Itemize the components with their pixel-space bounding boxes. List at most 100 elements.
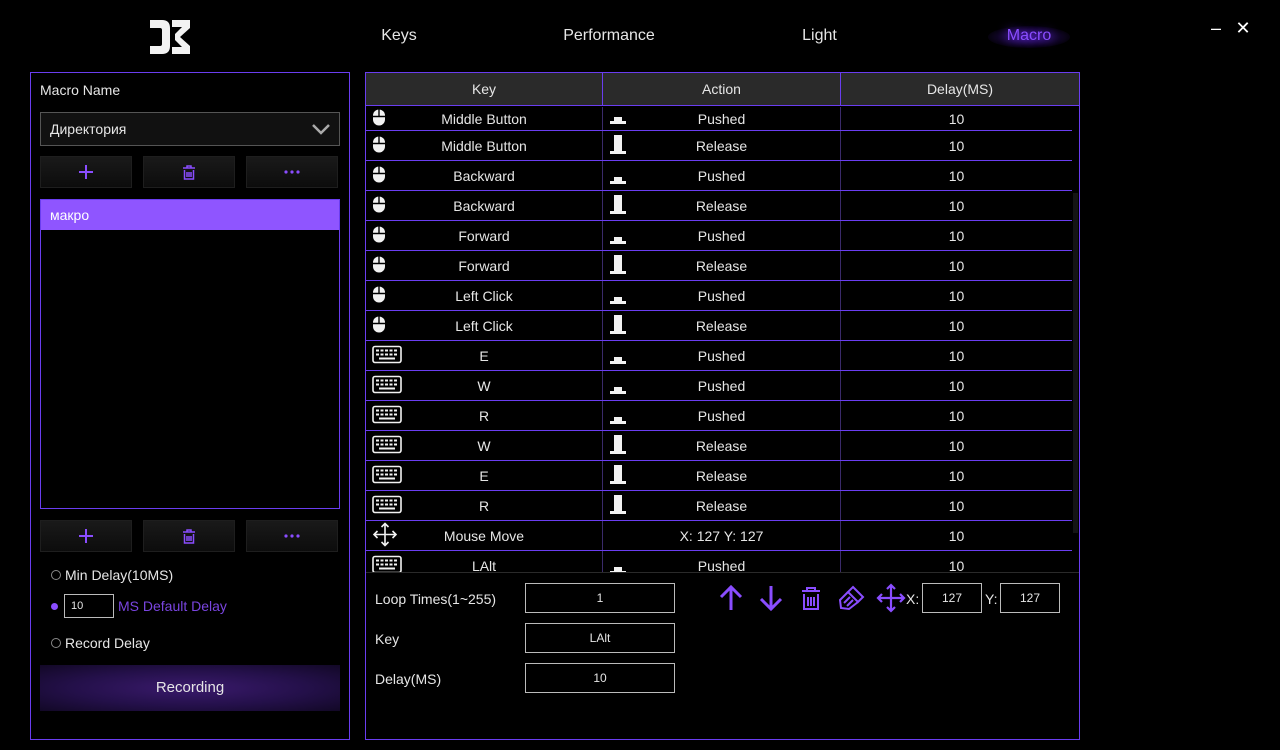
cell-delay: 10 <box>841 491 1072 520</box>
x-coordinate-input[interactable] <box>922 583 982 613</box>
key-text: Forward <box>458 257 510 274</box>
action-text: Pushed <box>697 167 746 184</box>
cell-action: Pushed <box>603 107 841 130</box>
table-row[interactable]: LAlt Pushed 10 <box>366 551 1072 572</box>
default-delay-option[interactable]: MS Default Delay <box>51 594 227 618</box>
table-row[interactable]: Backward Release 10 <box>366 191 1072 221</box>
tab-light[interactable]: Light <box>792 22 847 52</box>
cell-key: R <box>366 401 603 430</box>
minimize-button[interactable]: – <box>1206 18 1226 38</box>
delay-input[interactable] <box>525 663 675 693</box>
table-row[interactable]: Middle Button Pushed 10 <box>366 107 1072 131</box>
table-row[interactable]: E Release 10 <box>366 461 1072 491</box>
key-release-icon <box>610 434 626 457</box>
d3-logo <box>150 20 190 54</box>
chevron-down-icon <box>312 124 330 135</box>
key-release-icon <box>610 134 626 157</box>
table-row[interactable]: Left Click Pushed 10 <box>366 281 1072 311</box>
action-text: Pushed <box>697 407 746 424</box>
key-text: Left Click <box>455 317 513 334</box>
cell-key: Left Click <box>366 311 603 340</box>
move-down-icon[interactable] <box>756 583 786 613</box>
action-text: Pushed <box>697 110 746 127</box>
more-macro-button[interactable] <box>246 520 338 552</box>
action-text: Pushed <box>697 227 746 244</box>
table-row[interactable]: W Release 10 <box>366 431 1072 461</box>
table-header: Key Action Delay(MS) <box>366 73 1079 106</box>
cell-key: Middle Button <box>366 107 603 130</box>
keyboard-icon <box>372 465 402 486</box>
cell-action: Release <box>603 461 841 490</box>
mouse-icon <box>372 285 386 306</box>
table-row[interactable]: R Release 10 <box>366 491 1072 521</box>
table-row[interactable]: Mouse Move X: 127 Y: 127 10 <box>366 521 1072 551</box>
macro-list: макро <box>40 199 340 509</box>
tab-keys[interactable]: Keys <box>370 22 428 52</box>
delete-event-icon[interactable] <box>796 583 826 613</box>
cell-key: E <box>366 341 603 370</box>
cell-action: Release <box>603 491 841 520</box>
table-row[interactable]: W Pushed 10 <box>366 371 1072 401</box>
cell-action: Pushed <box>603 221 841 250</box>
loop-times-input[interactable] <box>525 583 675 613</box>
y-coordinate-input[interactable] <box>1000 583 1060 613</box>
min-delay-radio[interactable] <box>51 570 61 580</box>
record-delay-option[interactable]: Record Delay <box>51 633 150 653</box>
delay-text: 10 <box>948 527 965 544</box>
cell-key: Forward <box>366 221 603 250</box>
default-delay-label: MS Default Delay <box>118 598 227 614</box>
close-button[interactable]: ✕ <box>1233 18 1253 38</box>
record-delay-radio[interactable] <box>51 638 61 648</box>
key-input[interactable] <box>525 623 675 653</box>
key-pushed-icon <box>610 171 626 187</box>
keyboard-icon <box>372 555 402 572</box>
action-text: X: 127 Y: 127 <box>679 527 764 544</box>
directory-select[interactable]: Директория <box>40 112 340 146</box>
key-pushed-icon <box>610 351 626 367</box>
action-text: Pushed <box>697 557 746 573</box>
mouse-icon <box>372 195 386 216</box>
delay-text: 10 <box>948 497 965 514</box>
mouse-icon <box>372 225 386 246</box>
delete-directory-button[interactable] <box>143 156 235 188</box>
tab-macro[interactable]: Macro <box>988 22 1070 52</box>
table-row[interactable]: Left Click Release 10 <box>366 311 1072 341</box>
tab-performance[interactable]: Performance <box>556 22 662 52</box>
mouse-move-icon[interactable] <box>876 583 906 613</box>
cell-key: Left Click <box>366 281 603 310</box>
macro-actions <box>40 520 342 552</box>
table-row[interactable]: E Pushed 10 <box>366 341 1072 371</box>
macro-list-item[interactable]: макро <box>41 200 339 230</box>
mouse-icon <box>372 315 386 336</box>
cell-delay: 10 <box>841 401 1072 430</box>
table-row[interactable]: Middle Button Release 10 <box>366 131 1072 161</box>
default-delay-radio[interactable] <box>51 602 58 610</box>
key-pushed-icon <box>610 411 626 427</box>
table-row[interactable]: R Pushed 10 <box>366 401 1072 431</box>
move-up-icon[interactable] <box>716 583 746 613</box>
key-text: Mouse Move <box>443 527 525 544</box>
delay-text: 10 <box>948 557 965 573</box>
more-directory-button[interactable] <box>246 156 338 188</box>
cell-action: X: 127 Y: 127 <box>603 521 841 550</box>
recording-button[interactable]: Recording <box>40 665 340 711</box>
add-directory-button[interactable] <box>40 156 132 188</box>
cell-key: Backward <box>366 161 603 190</box>
table-scrollbar-thumb[interactable] <box>1073 193 1078 533</box>
add-macro-button[interactable] <box>40 520 132 552</box>
table-row[interactable]: Forward Pushed 10 <box>366 221 1072 251</box>
cell-delay: 10 <box>841 311 1072 340</box>
default-delay-input[interactable] <box>64 594 114 618</box>
key-text: Middle Button <box>441 110 527 127</box>
action-text: Release <box>695 317 748 334</box>
cell-delay: 10 <box>841 461 1072 490</box>
macro-event-table: Middle Button Pushed 10 Middle Button Releas… <box>366 107 1072 572</box>
min-delay-option[interactable]: Min Delay(10MS) <box>51 565 173 585</box>
table-row[interactable]: Backward Pushed 10 <box>366 161 1072 191</box>
table-row[interactable]: Forward Release 10 <box>366 251 1072 281</box>
macro-name-panel: Macro Name Директория макро Min Delay(10… <box>30 72 350 740</box>
cell-key: Backward <box>366 191 603 220</box>
clear-brush-icon[interactable] <box>836 583 866 613</box>
table-scrollbar[interactable] <box>1072 107 1079 572</box>
delete-macro-button[interactable] <box>143 520 235 552</box>
